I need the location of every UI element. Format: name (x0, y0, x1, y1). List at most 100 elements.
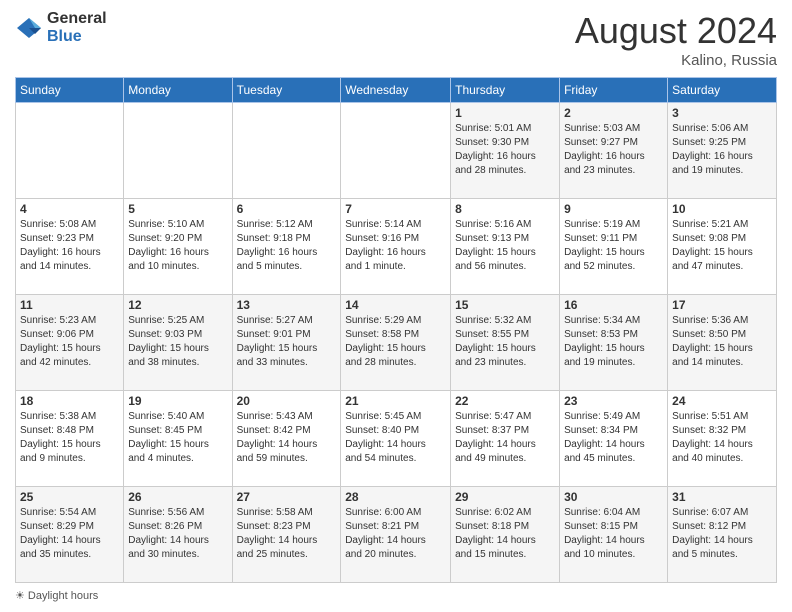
table-row: 2Sunrise: 5:03 AMSunset: 9:27 PMDaylight… (560, 103, 668, 199)
day-number: 16 (564, 298, 663, 312)
day-detail: Sunrise: 6:07 AMSunset: 8:12 PMDaylight:… (672, 506, 772, 562)
day-detail: Sunrise: 6:04 AMSunset: 8:15 PMDaylight:… (564, 506, 663, 562)
table-row: 28 Sunrise: 6:00 AMSunset: 8:21 PMDayligh… (341, 487, 451, 583)
table-row (341, 103, 451, 199)
title-location: Kalino, Russia (575, 52, 777, 69)
table-row: 17 Sunrise: 5:36 AMSunset: 8:50 PMDayligh… (668, 295, 777, 391)
day-detail: Sunrise: 5:49 AMSunset: 8:34 PMDaylight:… (564, 410, 663, 466)
day-detail: Sunrise: 5:25 AMSunset: 9:03 PMDaylight:… (128, 314, 227, 370)
day-number: 28 (345, 490, 446, 504)
table-row: 12 Sunrise: 5:25 AMSunset: 9:03 PMDayligh… (124, 295, 232, 391)
day-detail: Sunrise: 5:19 AMSunset: 9:11 PMDaylight:… (564, 218, 663, 274)
day-number: 30 (564, 490, 663, 504)
page: General Blue August 2024 Kalino, Russia … (0, 0, 792, 612)
table-row: 21Sunrise: 5:45 AMSunset: 8:40 PMDayligh… (341, 391, 451, 487)
header: General Blue August 2024 Kalino, Russia (15, 10, 777, 69)
col-sunday: Sunday (16, 78, 124, 103)
day-detail: Sunrise: 5:38 AMSunset: 8:48 PMDaylight:… (20, 410, 119, 466)
day-detail: Sunrise: 5:23 AMSunset: 9:06 PMDaylight:… (20, 314, 119, 370)
table-row: 24 Sunrise: 5:51 AMSunset: 8:32 PMDayligh… (668, 391, 777, 487)
day-number: 10 (672, 202, 772, 216)
table-row: 11 Sunrise: 5:23 AMSunset: 9:06 PMDayligh… (16, 295, 124, 391)
table-row: 15 Sunrise: 5:32 AMSunset: 8:55 PMDayligh… (451, 295, 560, 391)
day-number: 17 (672, 298, 772, 312)
day-number: 13 (237, 298, 337, 312)
day-number: 14 (345, 298, 446, 312)
day-number: 29 (455, 490, 555, 504)
day-number: 24 (672, 394, 772, 408)
calendar-week-row: 11 Sunrise: 5:23 AMSunset: 9:06 PMDayligh… (16, 295, 777, 391)
table-row (232, 103, 341, 199)
day-detail: Sunrise: 6:00 AMSunset: 8:21 PMDaylight:… (345, 506, 446, 562)
table-row: 22Sunrise: 5:47 AMSunset: 8:37 PMDayligh… (451, 391, 560, 487)
day-detail: Sunrise: 5:45 AMSunset: 8:40 PMDaylight:… (345, 410, 446, 466)
col-wednesday: Wednesday (341, 78, 451, 103)
day-detail: Sunrise: 5:40 AMSunset: 8:45 PMDaylight:… (128, 410, 227, 466)
logo-icon (15, 14, 43, 42)
day-number: 20 (237, 394, 337, 408)
table-row: 7Sunrise: 5:14 AMSunset: 9:16 PMDaylight… (341, 199, 451, 295)
day-detail: Sunrise: 5:29 AMSunset: 8:58 PMDaylight:… (345, 314, 446, 370)
day-detail: Sunrise: 5:27 AMSunset: 9:01 PMDaylight:… (237, 314, 337, 370)
day-detail: Sunrise: 5:56 AMSunset: 8:26 PMDaylight:… (128, 506, 227, 562)
table-row: 20 Sunrise: 5:43 AMSunset: 8:42 PMDayligh… (232, 391, 341, 487)
legend: ☀ Daylight hours (15, 589, 777, 602)
day-number: 9 (564, 202, 663, 216)
day-number: 2 (564, 106, 663, 120)
day-detail: Sunrise: 5:36 AMSunset: 8:50 PMDaylight:… (672, 314, 772, 370)
table-row: 4 Sunrise: 5:08 AMSunset: 9:23 PMDaylight… (16, 199, 124, 295)
table-row: 10 Sunrise: 5:21 AMSunset: 9:08 PMDayligh… (668, 199, 777, 295)
title-month: August 2024 (575, 10, 777, 52)
day-number: 25 (20, 490, 119, 504)
day-detail: Sunrise: 5:14 AMSunset: 9:16 PMDaylight:… (345, 218, 446, 274)
col-monday: Monday (124, 78, 232, 103)
day-detail: Sunrise: 5:21 AMSunset: 9:08 PMDaylight:… (672, 218, 772, 274)
day-detail: Sunrise: 5:10 AMSunset: 9:20 PMDaylight:… (128, 218, 227, 274)
table-row (124, 103, 232, 199)
day-detail: Sunrise: 5:43 AMSunset: 8:42 PMDaylight:… (237, 410, 337, 466)
table-row (16, 103, 124, 199)
table-row: 19 Sunrise: 5:40 AMSunset: 8:45 PMDayligh… (124, 391, 232, 487)
day-detail: Sunrise: 5:16 AMSunset: 9:13 PMDaylight:… (455, 218, 555, 274)
day-number: 11 (20, 298, 119, 312)
calendar-week-row: 1Sunrise: 5:01 AMSunset: 9:30 PMDaylight… (16, 103, 777, 199)
day-number: 19 (128, 394, 227, 408)
logo-general: General (47, 10, 107, 28)
calendar-table: Sunday Monday Tuesday Wednesday Thursday… (15, 77, 777, 583)
table-row: 13 Sunrise: 5:27 AMSunset: 9:01 PMDayligh… (232, 295, 341, 391)
day-number: 27 (237, 490, 337, 504)
title-block: August 2024 Kalino, Russia (575, 10, 777, 69)
day-detail: Sunrise: 5:32 AMSunset: 8:55 PMDaylight:… (455, 314, 555, 370)
day-number: 23 (564, 394, 663, 408)
table-row: 25 Sunrise: 5:54 AMSunset: 8:29 PMDayligh… (16, 487, 124, 583)
day-detail: Sunrise: 5:58 AMSunset: 8:23 PMDaylight:… (237, 506, 337, 562)
calendar-week-row: 18 Sunrise: 5:38 AMSunset: 8:48 PMDayligh… (16, 391, 777, 487)
table-row: 30 Sunrise: 6:04 AMSunset: 8:15 PMDayligh… (560, 487, 668, 583)
table-row: 8Sunrise: 5:16 AMSunset: 9:13 PMDaylight… (451, 199, 560, 295)
day-number: 6 (237, 202, 337, 216)
calendar-week-row: 25 Sunrise: 5:54 AMSunset: 8:29 PMDayligh… (16, 487, 777, 583)
day-detail: Sunrise: 5:54 AMSunset: 8:29 PMDaylight:… (20, 506, 119, 562)
col-tuesday: Tuesday (232, 78, 341, 103)
table-row: 1Sunrise: 5:01 AMSunset: 9:30 PMDaylight… (451, 103, 560, 199)
day-number: 4 (20, 202, 119, 216)
col-thursday: Thursday (451, 78, 560, 103)
logo: General Blue (15, 10, 107, 45)
logo-text: General Blue (47, 10, 107, 45)
day-number: 15 (455, 298, 555, 312)
table-row: 14 Sunrise: 5:29 AMSunset: 8:58 PMDayligh… (341, 295, 451, 391)
day-detail: Sunrise: 5:51 AMSunset: 8:32 PMDaylight:… (672, 410, 772, 466)
table-row: 6Sunrise: 5:12 AMSunset: 9:18 PMDaylight… (232, 199, 341, 295)
day-number: 12 (128, 298, 227, 312)
table-row: 5Sunrise: 5:10 AMSunset: 9:20 PMDaylight… (124, 199, 232, 295)
table-row: 29Sunrise: 6:02 AMSunset: 8:18 PMDayligh… (451, 487, 560, 583)
day-detail: Sunrise: 5:01 AMSunset: 9:30 PMDaylight:… (455, 122, 555, 178)
table-row: 31Sunrise: 6:07 AMSunset: 8:12 PMDayligh… (668, 487, 777, 583)
day-number: 22 (455, 394, 555, 408)
table-row: 23 Sunrise: 5:49 AMSunset: 8:34 PMDayligh… (560, 391, 668, 487)
day-number: 18 (20, 394, 119, 408)
table-row: 18 Sunrise: 5:38 AMSunset: 8:48 PMDayligh… (16, 391, 124, 487)
calendar-week-row: 4 Sunrise: 5:08 AMSunset: 9:23 PMDaylight… (16, 199, 777, 295)
day-detail: Sunrise: 5:08 AMSunset: 9:23 PMDaylight:… (20, 218, 119, 274)
logo-blue: Blue (47, 28, 107, 46)
